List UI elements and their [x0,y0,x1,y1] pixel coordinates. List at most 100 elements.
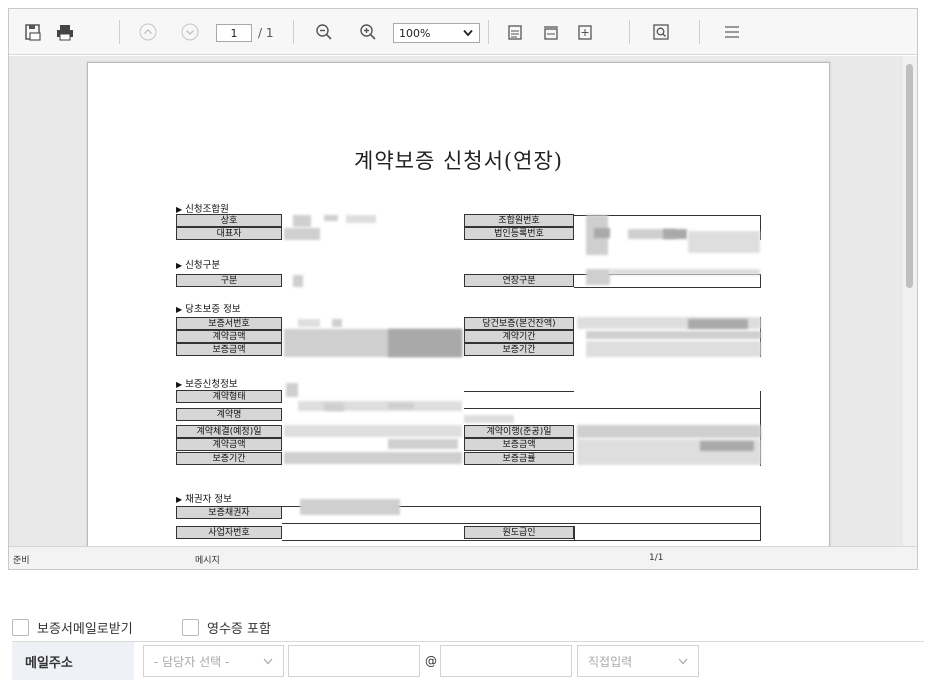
triangle-icon: ▶ [176,305,183,314]
redacted-value [700,441,754,451]
redacted-value [577,425,761,438]
redacted-value [332,319,342,327]
table-line [464,391,574,392]
at-sign: @ [425,654,437,668]
next-page-icon[interactable] [180,22,200,42]
zoom-in-icon[interactable] [358,22,378,42]
receipt-label: 영수증 포함 [207,621,271,637]
viewer-toolbar: / 1 100% [9,9,917,55]
domain-select[interactable]: 직접입력 [577,645,699,677]
zoom-out-icon[interactable] [314,22,334,42]
triangle-icon: ▶ [176,261,183,270]
redacted-value [286,383,298,397]
redacted-value [324,215,338,221]
toolbar-divider [488,20,489,44]
table-line [282,523,761,524]
section-applicant: ▶ 신청조합원 [176,201,229,215]
form-divider [12,641,924,642]
redacted-value [388,439,458,449]
redacted-value [284,425,462,437]
redacted-value [298,319,320,327]
scrollbar-thumb[interactable] [906,64,913,288]
section-creditor: ▶ 채권자 정보 [176,491,232,505]
menu-icon[interactable] [722,22,742,42]
email-cert-option[interactable]: 보증서메일로받기 [12,617,133,637]
save-icon[interactable] [23,22,43,42]
document-title: 계약보증 신청서(연장) [354,149,563,173]
fit-width-icon[interactable] [541,22,561,42]
label-guarantee-rate: 보증금률 [464,452,574,465]
email-local-input[interactable] [288,645,420,677]
label-req-guarantee-period: 보증기간 [176,452,282,465]
vertical-scrollbar[interactable] [903,56,917,546]
label-creditor-name: 보증채권자 [176,506,282,519]
chevron-down-icon [678,658,688,665]
label-req-guarantee-amount: 보증금액 [464,438,574,451]
page-number-input[interactable] [216,24,252,42]
document-area[interactable]: 계약보증 신청서(연장) ▶ 신청조합원 상호 대표자 조합원번호 법인등록번호 … [9,56,917,546]
find-icon[interactable] [651,22,671,42]
section-label: 보증신청정보 [185,379,238,390]
label-guarantee-period: 보증기간 [464,343,574,356]
label-guarantee-balance: 당건보증(본건잔액) [464,317,574,330]
receipt-checkbox[interactable] [182,618,199,636]
status-state: 준비 [13,556,30,566]
table-line [760,274,761,288]
receipt-option[interactable]: 영수증 포함 [182,617,271,637]
label-req-contract-amount: 계약금액 [176,438,282,451]
label-corp-reg-no: 법인등록번호 [464,227,574,240]
section-label: 당초보증 정보 [185,304,241,315]
redacted-value [300,499,400,515]
print-icon[interactable] [55,22,75,42]
label-subcontractor: 원도급인 [464,526,574,539]
triangle-icon: ▶ [176,495,183,504]
redacted-value [324,403,344,411]
table-line [282,540,761,541]
label-contract-amount: 계약금액 [176,330,282,343]
toolbar-divider [629,20,630,44]
label-performance-date: 계약이행(준공)일 [464,425,574,438]
section-label: 신청구분 [185,260,221,271]
page-total: / 1 [258,26,274,40]
label-contract-name: 계약명 [176,408,282,421]
section-original: ▶ 당초보증 정보 [176,301,241,315]
redacted-value [284,228,320,240]
status-bar: 준비 메시지 1/1 [9,546,917,569]
domain-select-value: 직접입력 [588,654,633,669]
label-division: 구분 [176,274,282,287]
redacted-value [284,452,462,464]
redacted-value [464,415,514,423]
table-line [574,526,575,540]
redacted-value [293,275,303,287]
manager-select[interactable]: - 담당자 선택 - [143,645,284,677]
redacted-value [388,329,462,357]
redacted-value [388,403,414,409]
zoom-select[interactable]: 100% [393,23,480,43]
redacted-value [594,228,610,238]
label-cert-no: 보증서번호 [176,317,282,330]
previous-page-icon[interactable] [138,22,158,42]
table-line [760,506,761,540]
email-cert-checkbox[interactable] [12,618,29,636]
redacted-value [586,331,761,339]
zoom-value: 100% [399,26,431,40]
redacted-value [298,401,462,411]
manager-select-value: - 담당자 선택 - [154,654,230,669]
redacted-value [610,269,760,275]
redacted-value [586,341,761,357]
actual-size-icon[interactable] [575,22,595,42]
status-message: 메시지 [195,556,220,566]
section-label: 채권자 정보 [185,494,232,505]
table-line [574,287,761,288]
email-domain-input[interactable] [440,645,572,677]
triangle-icon: ▶ [176,380,183,389]
label-trade-name: 상호 [176,214,282,227]
section-type: ▶ 신청구분 [176,257,220,271]
email-label: 메일주소 [12,642,134,680]
label-contract-period: 계약기간 [464,330,574,343]
label-ext-division: 연장구분 [464,274,574,287]
fit-page-icon[interactable] [505,22,525,42]
status-pages: 1/1 [649,553,664,563]
table-line [464,408,761,409]
redacted-value [293,215,311,227]
